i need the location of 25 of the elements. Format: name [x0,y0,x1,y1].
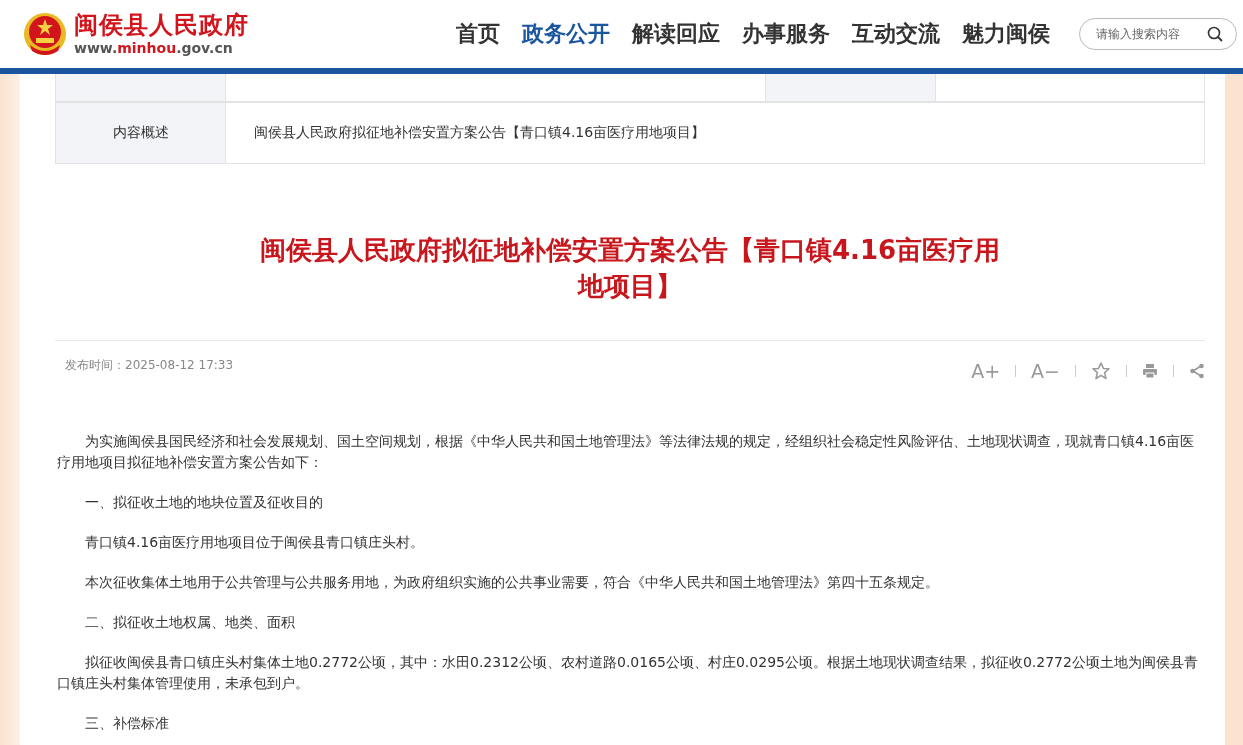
site-url: www.minhou.gov.cn [74,39,234,57]
search-field[interactable]: 请输入搜索内容 [1079,18,1237,50]
paragraph: 青口镇4.16亩医疗用地项目位于闽侯县青口镇庄头村。 [84,533,426,552]
nav-link[interactable]: 解读回应 [621,19,731,49]
print-icon[interactable] [1142,363,1158,379]
site-name: 闽侯县人民政府 [74,11,249,39]
paragraph: 为实施闽侯县国民经济和社会发展规划、国土空间规划，根据《中华人民共和国土地管理法》等法律法规的规定，经组织社会稳定性风险评估、土地现状调查，现就青口镇4.16亩医疗用地项目拟征地补偿安置方案公告如下： [57,432,1196,472]
value-cell: 闽侯县人民政府拟征地补偿安置方案公告【青口镇4.16亩医疗用地项目】 [225,102,1205,164]
nav-link[interactable]: 首页 [445,19,511,49]
paragraph: 三、补偿标准 [84,714,170,733]
article-title: 闽侯县人民政府拟征地补偿安置方案公告【青口镇4.16亩医疗用地项目】 [258,234,1002,303]
nav-link[interactable]: 互动交流 [841,19,951,49]
label-cell: 内容概述 [55,102,226,164]
emblem-icon [22,11,68,57]
share-icon[interactable] [1189,363,1205,379]
paragraph: 二、拟征收土地权属、地类、面积 [84,613,296,632]
nav-link[interactable]: 办事服务 [731,19,841,49]
paragraph: 本次征收集体土地用于公共管理与公共服务用地，为政府组织实施的公共事业需要，符合《中华人民共和国土地管理法》第四十五条规定。 [84,573,940,592]
publish-time: 发布时间：2025-08-12 17:33 [65,357,234,374]
nav-link[interactable]: 魅力闽侯 [951,19,1061,49]
star-icon[interactable] [1091,361,1111,381]
nav-link[interactable]: 政务公开 [511,19,621,49]
search-icon[interactable] [1207,26,1223,42]
paragraph: 一、拟征收土地的地块位置及征收目的 [84,493,324,512]
paragraph: 拟征收闽侯县青口镇庄头村集体土地0.2772公顷，其中：水田0.2312公顷、农村道路0.0165公顷、村庄0.0295公顷。根据土地现状调查结果，拟征收0.2772公顷土地为闽侯县青口镇庄头村集体管理使用，未承包到户。 [57,653,1199,693]
